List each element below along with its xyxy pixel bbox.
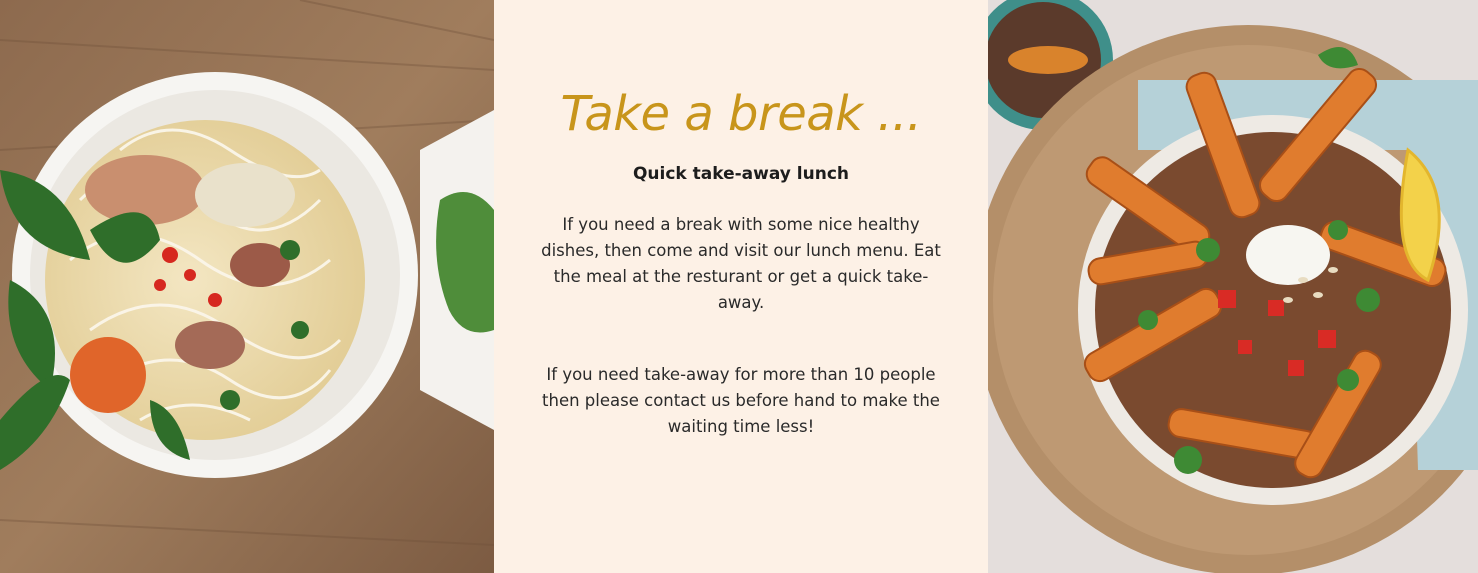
noodle-soup-illustration (0, 0, 494, 573)
lunch-info-panel: Take a break ... Quick take-away lunch I… (494, 0, 988, 573)
paragraph-group-takeaway: If you need take-away for more than 10 p… (542, 365, 940, 436)
paragraph-lunch-menu: If you need a break with some nice healt… (541, 215, 941, 312)
sweet-potato-bowl-illustration (988, 0, 1478, 573)
lunch-section: Take a break ... Quick take-away lunch I… (0, 0, 1478, 573)
headline: Take a break ... (560, 86, 922, 142)
sweet-potato-bowl-photo (988, 0, 1478, 573)
noodle-soup-photo (0, 0, 494, 573)
subheading: Quick take-away lunch (632, 164, 850, 184)
